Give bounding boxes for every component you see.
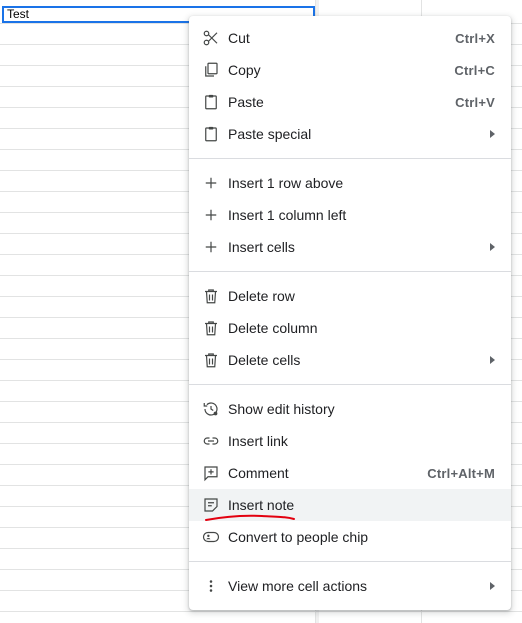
- trash-icon: [202, 319, 220, 337]
- menu-item-label: Convert to people chip: [228, 529, 369, 545]
- menu-item-label: Show edit history: [228, 401, 335, 417]
- menu-item-delete-column[interactable]: Delete column: [189, 312, 511, 344]
- menu-item-insert-1-row-above[interactable]: Insert 1 row above: [189, 167, 511, 199]
- menu-item-label: Comment: [228, 465, 289, 481]
- submenu-arrow-icon: [490, 356, 495, 364]
- menu-item-delete-cells[interactable]: Delete cells: [189, 344, 511, 376]
- menu-item-cut[interactable]: Cut Ctrl+X: [189, 22, 511, 54]
- scissors-icon: [202, 29, 220, 47]
- plus-icon: [202, 238, 220, 256]
- menu-item-label: View more cell actions: [228, 578, 368, 594]
- menu-item-label: Copy: [228, 62, 261, 78]
- menu-item-comment[interactable]: Comment Ctrl+Alt+M: [189, 457, 511, 489]
- person-chip-icon: [202, 528, 220, 546]
- menu-item-insert-note[interactable]: Insert note: [189, 489, 511, 521]
- menu-item-delete-row[interactable]: Delete row: [189, 280, 511, 312]
- menu-item-label: Paste special: [228, 126, 312, 142]
- comment-icon: [202, 464, 220, 482]
- trash-icon: [202, 351, 220, 369]
- clipboard-icon: [202, 125, 220, 143]
- submenu-arrow-icon: [490, 243, 495, 251]
- menu-item-label: Delete column: [228, 320, 318, 336]
- menu-item-paste-special[interactable]: Paste special: [189, 118, 511, 150]
- menu-item-view-more-cell-actions[interactable]: View more cell actions: [189, 570, 511, 602]
- menu-item-label: Cut: [228, 30, 250, 46]
- menu-separator: [189, 271, 511, 272]
- submenu-arrow-icon: [490, 582, 495, 590]
- keyboard-shortcut: Ctrl+Alt+M: [427, 465, 495, 481]
- menu-item-paste[interactable]: Paste Ctrl+V: [189, 86, 511, 118]
- menu-item-label: Insert 1 column left: [228, 207, 347, 223]
- more-vert-icon: [202, 577, 220, 595]
- note-icon: [202, 496, 220, 514]
- menu-item-insert-cells[interactable]: Insert cells: [189, 231, 511, 263]
- menu-item-label: Delete cells: [228, 352, 301, 368]
- context-menu: Cut Ctrl+X Copy Ctrl+C Paste Ctrl+V Paste spec…: [189, 16, 511, 610]
- clipboard-icon: [202, 93, 220, 111]
- menu-item-label: Paste: [228, 94, 264, 110]
- submenu-arrow-icon: [490, 130, 495, 138]
- keyboard-shortcut: Ctrl+X: [455, 30, 495, 46]
- copy-icon: [202, 61, 220, 79]
- menu-item-copy[interactable]: Copy Ctrl+C: [189, 54, 511, 86]
- keyboard-shortcut: Ctrl+C: [454, 62, 495, 78]
- keyboard-shortcut: Ctrl+V: [455, 94, 495, 110]
- menu-item-label: Insert note: [228, 497, 295, 513]
- menu-item-show-edit-history[interactable]: Show edit history: [189, 393, 511, 425]
- menu-item-label: Insert 1 row above: [228, 175, 344, 191]
- menu-item-insert-1-column-left[interactable]: Insert 1 column left: [189, 199, 511, 231]
- plus-icon: [202, 206, 220, 224]
- menu-item-label: Insert link: [228, 433, 288, 449]
- menu-separator: [189, 384, 511, 385]
- menu-separator: [189, 158, 511, 159]
- link-icon: [202, 432, 220, 450]
- menu-item-label: Delete row: [228, 288, 295, 304]
- menu-item-convert-to-people-chip[interactable]: Convert to people chip: [189, 521, 511, 553]
- menu-separator: [189, 561, 511, 562]
- history-icon: [202, 400, 220, 418]
- plus-icon: [202, 174, 220, 192]
- menu-item-insert-link[interactable]: Insert link: [189, 425, 511, 457]
- trash-icon: [202, 287, 220, 305]
- row-gridline: [0, 611, 522, 612]
- menu-item-label: Insert cells: [228, 239, 295, 255]
